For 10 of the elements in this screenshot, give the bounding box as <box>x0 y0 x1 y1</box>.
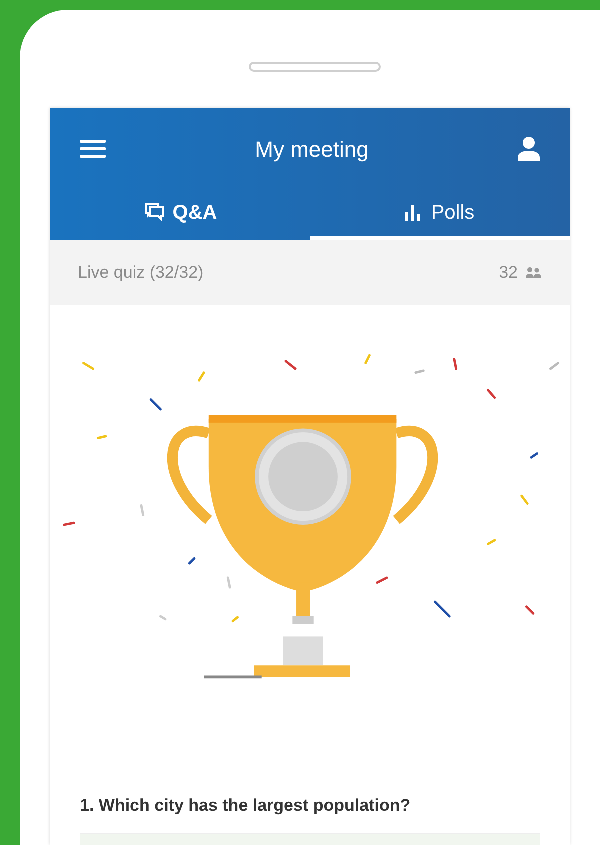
people-icon <box>526 266 542 278</box>
bar-chart-icon <box>405 205 424 221</box>
tab[interactable]: Q&A <box>50 190 310 240</box>
user-icon[interactable] <box>518 136 540 162</box>
question-text: 1. Which city has the largest population? <box>79 795 412 817</box>
menu-icon[interactable] <box>80 137 106 161</box>
chat-icon <box>142 203 165 223</box>
meeting-title: My meeting <box>255 136 369 164</box>
participant-count: 32 <box>499 262 518 284</box>
quiz-status: Live quiz (32/32) <box>78 262 204 284</box>
